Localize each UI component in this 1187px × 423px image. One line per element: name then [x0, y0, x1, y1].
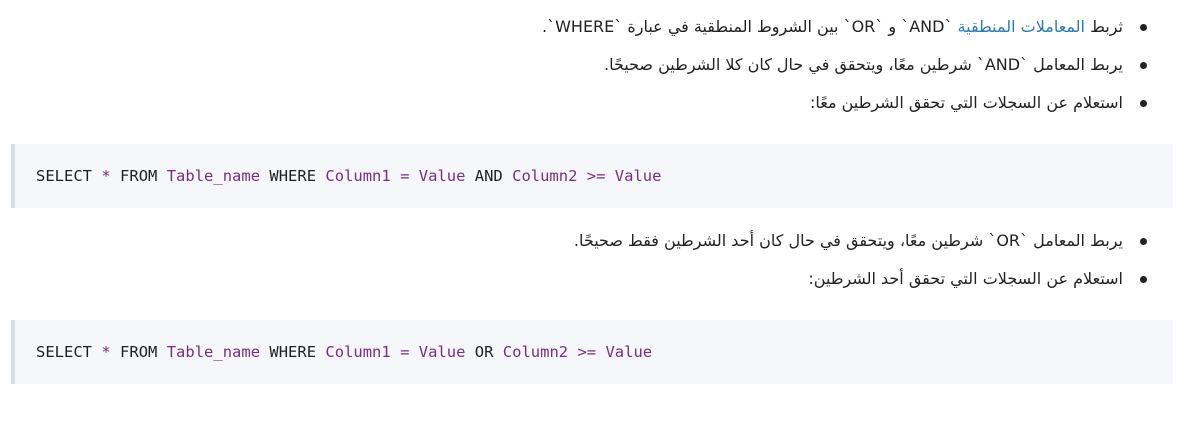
code-identifier: Value [418, 343, 466, 361]
bullet-icon [1140, 62, 1147, 69]
code-line: SELECT * FROM Table_name WHERE Column1 =… [36, 342, 652, 362]
list-item: ثربط المعاملات المنطقية `AND` و `OR` بين… [47, 14, 1147, 52]
code-line: SELECT * FROM Table_name WHERE Column1 =… [36, 166, 661, 186]
code-keyword: OR [474, 343, 494, 361]
code-keyword: AND [474, 167, 503, 185]
code-keyword: FROM [120, 343, 158, 361]
list-item: يربط المعامل `AND` شرطين معًا، ويتحقق في… [47, 52, 1147, 90]
code-block-or[interactable]: SELECT * FROM Table_name WHERE Column1 =… [11, 320, 1173, 384]
code-identifier: Column2 [502, 343, 569, 361]
bullet-icon [1140, 238, 1147, 245]
code-keyword: FROM [120, 167, 158, 185]
code-block-and[interactable]: SELECT * FROM Table_name WHERE Column1 =… [11, 144, 1173, 208]
code-identifier: Table_name [166, 343, 261, 361]
list-item-text: استعلام عن السجلات التي تحقق أحد الشرطين… [808, 269, 1123, 288]
bullet-icon [1140, 276, 1147, 283]
code-operator: * [101, 343, 111, 361]
code-identifier: Column1 [325, 343, 391, 361]
code-keyword: WHERE [269, 343, 317, 361]
list-item-text-before: ثربط [1084, 17, 1123, 36]
list-item-text: استعلام عن السجلات التي تحقق الشرطين معً… [809, 93, 1123, 112]
bullet-icon [1140, 100, 1147, 107]
or-operator-list: يربط المعامل `OR` شرطين معًا، ويتحقق في … [47, 228, 1147, 304]
logical-operators-link[interactable]: المعاملات المنطقية [958, 17, 1085, 36]
list-item: يربط المعامل `OR` شرطين معًا، ويتحقق في … [47, 228, 1147, 266]
article-content: ثربط المعاملات المنطقية `AND` و `OR` بين… [0, 0, 1187, 423]
list-item: استعلام عن السجلات التي تحقق أحد الشرطين… [47, 266, 1147, 304]
code-identifier: Value [605, 343, 653, 361]
code-operator: >= [577, 343, 597, 361]
code-identifier: Value [418, 167, 466, 185]
logical-operators-list: ثربط المعاملات المنطقية `AND` و `OR` بين… [47, 14, 1147, 128]
code-operator: = [400, 343, 410, 361]
code-identifier: Column2 [512, 167, 578, 185]
list-item-text: يربط المعامل `OR` شرطين معًا، ويتحقق في … [573, 231, 1123, 250]
code-identifier: Column1 [325, 167, 391, 185]
code-operator: >= [586, 167, 606, 185]
list-item: استعلام عن السجلات التي تحقق الشرطين معً… [47, 90, 1147, 128]
code-identifier: Value [614, 167, 662, 185]
code-keyword: WHERE [269, 167, 317, 185]
list-item-text: يربط المعامل `AND` شرطين معًا، ويتحقق في… [603, 55, 1123, 74]
code-identifier: Table_name [166, 167, 261, 185]
code-keyword: SELECT [36, 343, 92, 361]
code-keyword: SELECT [36, 167, 92, 185]
code-operator: * [101, 167, 111, 185]
list-item-text-after: `AND` و `OR` بين الشروط المنطقية في عبار… [542, 17, 958, 36]
code-operator: = [400, 167, 410, 185]
bullet-icon [1140, 24, 1147, 31]
